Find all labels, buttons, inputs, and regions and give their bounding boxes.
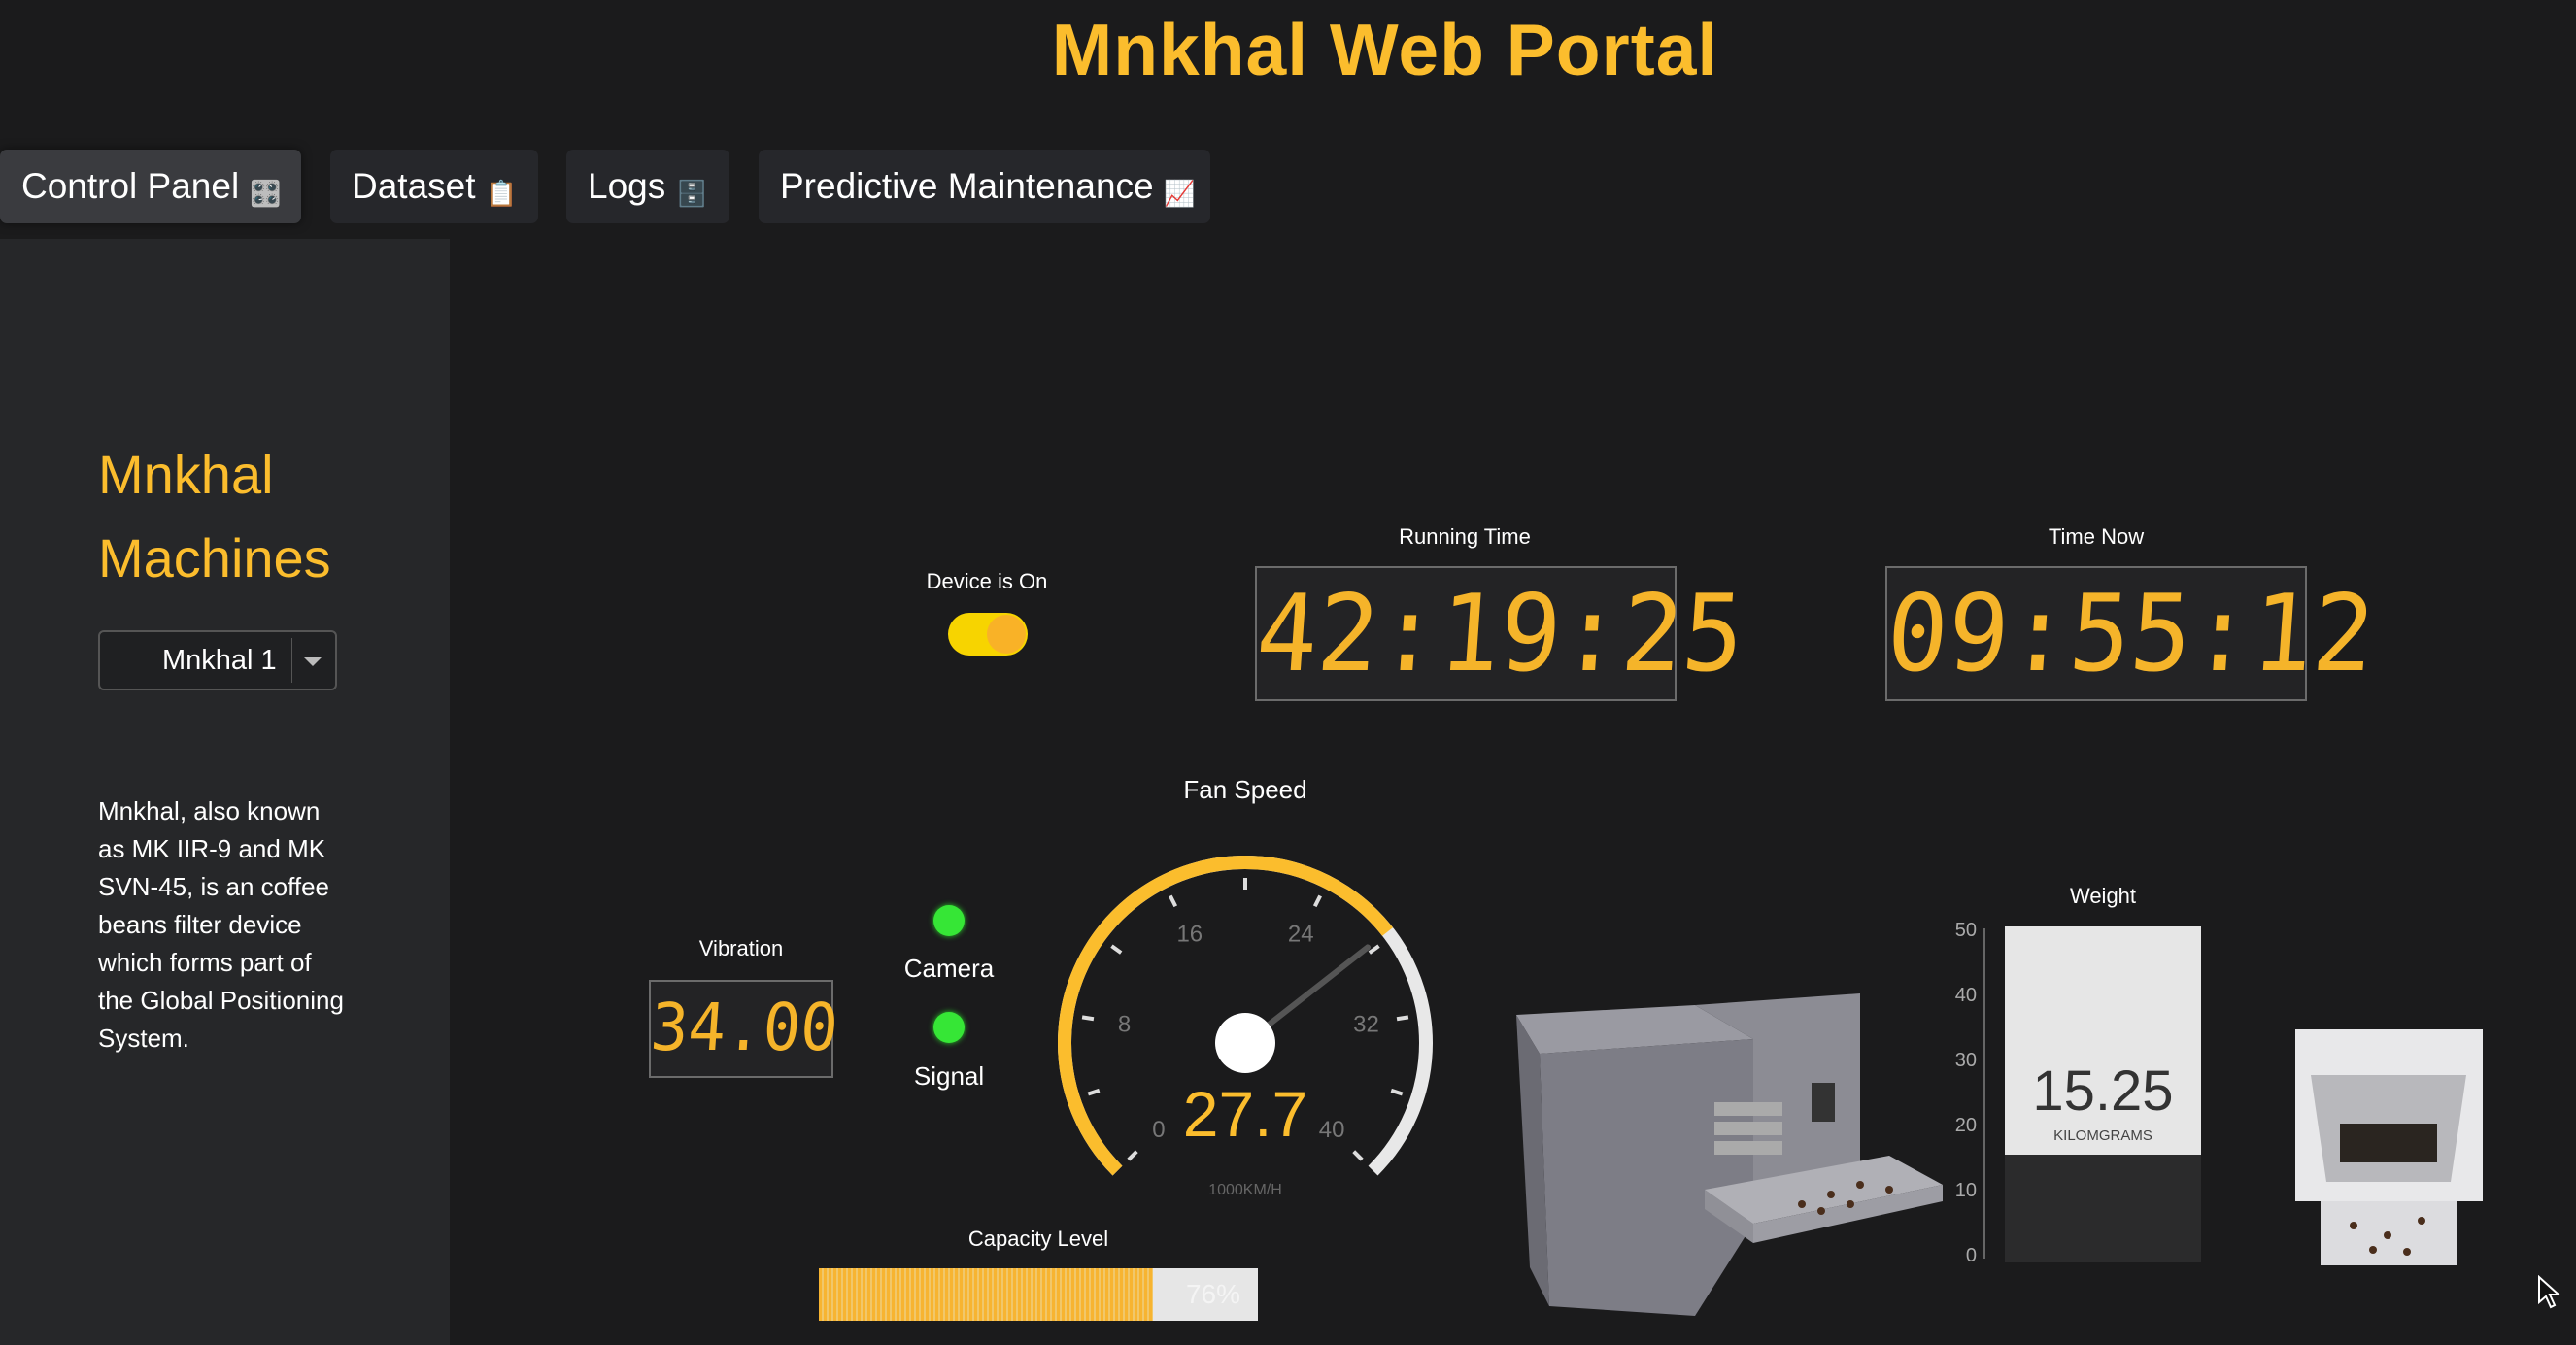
sidebar-title: Mnkhal Machines	[98, 433, 428, 600]
control-knobs-icon: 🎛️	[250, 179, 282, 208]
tab-logs[interactable]: Logs 🗄️	[566, 150, 729, 223]
weight-tick-label: 10	[1954, 1180, 1977, 1201]
sidebar-description: Mnkhal, also known as MK IIR-9 and MK SV…	[98, 796, 344, 1053]
gauge-tick-label: 0	[1152, 1117, 1165, 1143]
time-now-display: 09:55:12	[1882, 566, 2379, 701]
weight-value: 15.25	[2032, 1059, 2174, 1123]
select-divider	[291, 638, 292, 683]
weight-tick-label: 50	[1954, 920, 1977, 941]
vibration-display: 34.00	[648, 980, 841, 1078]
weight-axis	[1983, 928, 1985, 1259]
weight-tick-label: 40	[1954, 985, 1977, 1006]
gauge-tick-mark	[1396, 1015, 1409, 1022]
fan-speed-label: Fan Speed	[1183, 775, 1307, 804]
weight-unit: KILOMGRAMS	[2053, 1127, 2152, 1144]
running-time-label: Running Time	[1399, 524, 1531, 549]
machine-select[interactable]: Mnkhal 1	[98, 630, 337, 690]
fan-speed-gauge: 0 8 16 24 32 40 27.7 1000KM/H	[1058, 856, 1433, 1198]
gauge-hub	[1215, 1013, 1275, 1073]
signal-label: Signal	[913, 1061, 985, 1091]
camera-label: Camera	[903, 954, 995, 983]
vibration-value: 34.00	[648, 991, 841, 1066]
tab-dataset[interactable]: Dataset 📋	[330, 150, 538, 223]
tab-label: Logs	[588, 166, 666, 206]
gauge-tick-mark	[1169, 894, 1178, 908]
gauge-value: 27.7	[1183, 1078, 1307, 1150]
gauge-tick-label: 16	[1176, 922, 1203, 948]
gauge-tick-mark	[1390, 1088, 1404, 1096]
gauge-tick-label: 8	[1118, 1011, 1131, 1037]
gauge-tick-mark	[1312, 894, 1322, 908]
sidebar-title-line2: Machines	[98, 527, 331, 588]
gauge-tick-label: 32	[1353, 1011, 1379, 1037]
device-power-toggle[interactable]	[948, 613, 1028, 656]
chevron-down-icon	[304, 657, 322, 666]
gauge-tick-mark	[1127, 1150, 1138, 1161]
tab-label: Control Panel	[21, 166, 240, 206]
hopper-image	[2295, 1029, 2483, 1265]
capacity-progress-bar: 76%	[819, 1268, 1258, 1321]
tab-label: Predictive Maintenance	[780, 166, 1154, 206]
weight-fill	[2005, 1155, 2201, 1262]
capacity-percent: 76%	[1185, 1279, 1240, 1309]
clipboard-icon: 📋	[486, 179, 518, 208]
gauge-tick-mark	[1110, 944, 1123, 955]
file-cabinet-icon: 🗄️	[676, 179, 708, 208]
weight-tank: 15.25 KILOMGRAMS	[2005, 926, 2201, 1262]
gauge-tick-label: 24	[1288, 922, 1314, 948]
gauge-tick-mark	[1352, 1150, 1364, 1161]
gauge-tick-mark	[1081, 1015, 1095, 1022]
capacity-fill	[819, 1268, 1153, 1321]
tab-control-panel[interactable]: Control Panel 🎛️	[0, 150, 301, 223]
weight-tick-label: 0	[1965, 1245, 1977, 1266]
gauge-unit: 1000KM/H	[1208, 1182, 1282, 1198]
tab-predictive-maintenance[interactable]: Predictive Maintenance 📈	[759, 150, 1210, 223]
gauge-tick-label: 40	[1319, 1117, 1345, 1143]
sidebar-title-line1: Mnkhal	[98, 444, 274, 505]
gauge-tick-mark	[1368, 944, 1380, 955]
time-now-value: 09:55:12	[1882, 570, 2379, 696]
weight-tick-label: 30	[1954, 1050, 1977, 1071]
gauge-tick-mark	[1087, 1088, 1101, 1096]
toggle-knob	[987, 615, 1026, 654]
vibration-label: Vibration	[698, 936, 784, 960]
signal-status-led	[933, 1012, 965, 1043]
coffee-machine-image	[1516, 993, 1943, 1316]
sidebar: Mnkhal Machines Mnkhal 1 Mnkhal, also kn…	[0, 239, 450, 1345]
weight-label: Weight	[2069, 884, 2137, 908]
capacity-label: Capacity Level	[967, 1227, 1109, 1251]
tab-label: Dataset	[352, 166, 476, 206]
mouse-cursor-icon	[2538, 1275, 2561, 1309]
page-title: Mnkhal Web Portal	[1051, 9, 1719, 90]
chart-increasing-icon: 📈	[1164, 179, 1196, 208]
running-time-value: 42:19:25	[1252, 570, 1748, 696]
machine-select-value: Mnkhal 1	[162, 645, 277, 676]
running-time-display: 42:19:25	[1252, 566, 1748, 701]
weight-tick-label: 20	[1954, 1115, 1977, 1136]
time-now-label: Time Now	[2048, 524, 2145, 549]
camera-status-led	[933, 905, 965, 936]
device-status-label: Device is On	[926, 569, 1048, 593]
